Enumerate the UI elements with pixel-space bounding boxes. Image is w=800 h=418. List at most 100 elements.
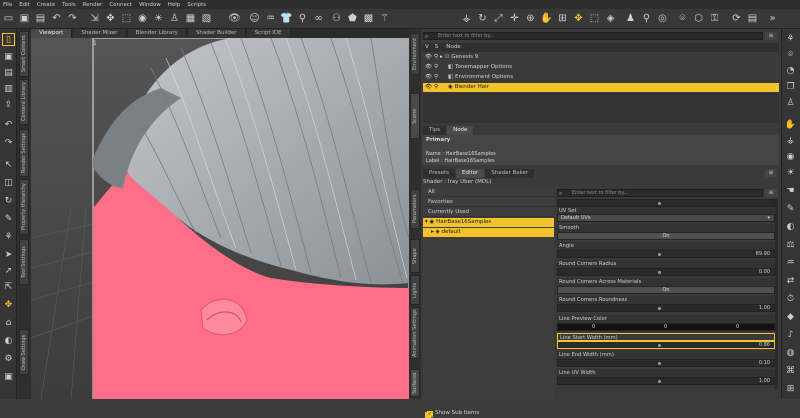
- tab-surfaces[interactable]: Surfaces: [410, 369, 420, 397]
- camera-tool-icon[interactable]: ⌾: [784, 49, 797, 62]
- tree-default[interactable]: ▸ ◈ default: [423, 228, 554, 237]
- pose-tools-icon[interactable]: ⚘: [784, 33, 797, 46]
- menu-connect[interactable]: Connect: [109, 2, 132, 8]
- property-options-icon[interactable]: ≡: [765, 189, 777, 197]
- tab-smart-content[interactable]: Smart Content: [19, 31, 29, 77]
- scene-options-icon[interactable]: ≡: [765, 32, 777, 40]
- lock-icon[interactable]: ⚿: [708, 12, 721, 25]
- scene-node[interactable]: 👁 ⚲ ▸ ⚇ Genesis 9: [423, 53, 779, 62]
- smooth-icon[interactable]: ◐: [784, 221, 797, 234]
- pointer-icon[interactable]: ↖: [2, 159, 15, 172]
- surface-options-icon[interactable]: ≡: [765, 169, 777, 177]
- figure-pose-icon[interactable]: ♟: [624, 12, 637, 25]
- morph-icon[interactable]: ♒: [784, 257, 797, 270]
- copy-icon[interactable]: ❐: [784, 81, 797, 94]
- menu-tools[interactable]: Tools: [62, 2, 76, 8]
- select-arrow-icon[interactable]: ➤: [2, 249, 15, 262]
- tree-all[interactable]: All: [423, 188, 554, 197]
- undo-left-icon[interactable]: ↶: [2, 119, 15, 132]
- sync-icon[interactable]: ⟳: [730, 12, 743, 25]
- grid-icon[interactable]: ▩: [362, 12, 375, 25]
- line-start-slider[interactable]: 0.86: [557, 341, 775, 349]
- tab-node[interactable]: Node: [447, 126, 474, 135]
- open-icon[interactable]: ▣: [18, 12, 31, 25]
- prop-icon[interactable]: ⚲: [296, 12, 309, 25]
- universal-left-icon[interactable]: ✥: [2, 299, 15, 312]
- scene-node-selected[interactable]: 👁 ⚲ ◉ Blender Hair: [423, 83, 779, 92]
- pin-icon[interactable]: ⚲: [640, 12, 653, 25]
- tab-editor[interactable]: Editor: [456, 169, 485, 178]
- tab-tips[interactable]: Tips: [423, 126, 447, 135]
- material-icon[interactable]: ◍: [784, 347, 797, 360]
- audio-icon[interactable]: ♪: [784, 329, 797, 342]
- rotate-tool-icon[interactable]: ↻: [476, 12, 489, 25]
- iray-icon[interactable]: ▧: [200, 12, 213, 25]
- tab-script-ide[interactable]: Script IDE: [246, 29, 291, 38]
- tab-content-library[interactable]: Content Library: [19, 79, 29, 125]
- filter-icon[interactable]: ⚚: [378, 12, 391, 25]
- rotate-icon[interactable]: ↻: [2, 195, 15, 208]
- tab-lights[interactable]: Lights: [410, 275, 420, 305]
- script-icon[interactable]: ⌘: [784, 365, 797, 378]
- shirt-icon[interactable]: 👕: [280, 12, 293, 25]
- layout-icon[interactable]: ▤: [746, 12, 759, 25]
- smooth-toggle[interactable]: On: [557, 232, 775, 240]
- export-icon[interactable]: ⇪: [2, 99, 15, 112]
- dial-icon[interactable]: ◔: [784, 65, 797, 78]
- save-scene-icon[interactable]: ▥: [2, 83, 15, 96]
- tab-shader-builder[interactable]: Shader Builder: [187, 29, 246, 38]
- perspective-icon[interactable]: ⬡: [692, 12, 705, 25]
- light-icon[interactable]: ☀: [152, 12, 165, 25]
- tree-favorites[interactable]: Favorites: [423, 198, 554, 207]
- uv-set-select[interactable]: Default UVs ▾: [557, 214, 775, 222]
- tab-draw-settings[interactable]: Draw Settings: [19, 329, 29, 375]
- active-pose-icon[interactable]: ✋: [540, 12, 553, 25]
- bones-icon[interactable]: ⚶: [784, 135, 797, 148]
- rc-across-toggle[interactable]: On: [557, 286, 775, 294]
- universal-tool-icon[interactable]: ⊕: [524, 12, 537, 25]
- tab-property-hierarchy[interactable]: Property Hierarchy: [19, 179, 29, 235]
- tab-environment[interactable]: Environment: [410, 33, 420, 75]
- shape-icon[interactable]: ⬟: [346, 12, 359, 25]
- region-icon[interactable]: ⬚: [120, 12, 133, 25]
- line-uv-slider[interactable]: 1.00: [557, 377, 775, 385]
- view-icon[interactable]: ◫: [2, 177, 15, 190]
- checkmark-icon[interactable]: ✓: [427, 411, 433, 417]
- property-scrollbar[interactable]: [775, 199, 778, 389]
- figure-icon[interactable]: ♙: [168, 12, 181, 25]
- line-color-field[interactable]: 0 0 0: [557, 323, 775, 331]
- scene-node[interactable]: 👁 ⚲ ◧ Environment Options: [423, 73, 779, 82]
- tab-animation-settings[interactable]: Animation Settings: [410, 307, 420, 359]
- node-left-icon[interactable]: ⚙: [2, 353, 15, 366]
- camera-view-icon[interactable]: ⌾: [676, 12, 689, 25]
- figure-tool-icon[interactable]: ♙: [784, 97, 797, 110]
- select-tool-icon[interactable]: ⇲: [88, 12, 101, 25]
- spot-render-icon[interactable]: ◎: [656, 12, 669, 25]
- rc-radius-slider[interactable]: 0.00: [557, 268, 775, 276]
- bridge-icon[interactable]: ⇄: [784, 275, 797, 288]
- joint-editor-icon[interactable]: ⚶: [460, 12, 473, 25]
- merge-icon[interactable]: ▤: [2, 67, 15, 80]
- brush-icon[interactable]: ✎: [2, 213, 15, 226]
- menu-file[interactable]: File: [3, 2, 12, 8]
- open-file-icon[interactable]: ▣: [2, 51, 15, 64]
- tab-shader-baker[interactable]: Shader Baker: [485, 169, 535, 178]
- light-right-icon[interactable]: ☀: [784, 167, 797, 180]
- timeline-icon[interactable]: ⏱: [784, 293, 797, 306]
- hand-icon[interactable]: ☚: [784, 185, 797, 198]
- camera-right-icon[interactable]: ◉: [784, 151, 797, 164]
- keyframe-icon[interactable]: ◆: [784, 311, 797, 324]
- surface-select-icon[interactable]: ⬚: [588, 12, 601, 25]
- node-weight-icon[interactable]: ⊞: [556, 12, 569, 25]
- property-filter-input[interactable]: Enter text to filter by...: [557, 189, 763, 197]
- tab-parameters[interactable]: Parameters: [410, 189, 420, 229]
- angle-slider[interactable]: 89.90: [557, 250, 775, 258]
- node-icon[interactable]: ✥: [104, 12, 117, 25]
- tab-blender-library[interactable]: Blender Library: [127, 29, 187, 38]
- geometry-left-icon[interactable]: ◐: [2, 335, 15, 348]
- extra-icon[interactable]: ⊞: [784, 383, 797, 396]
- menu-scripts[interactable]: Scripts: [187, 2, 206, 8]
- weight-icon[interactable]: ⚖: [784, 239, 797, 252]
- tab-shader-mixer[interactable]: Shader Mixer: [73, 29, 127, 38]
- transform-icon[interactable]: ✥: [572, 12, 585, 25]
